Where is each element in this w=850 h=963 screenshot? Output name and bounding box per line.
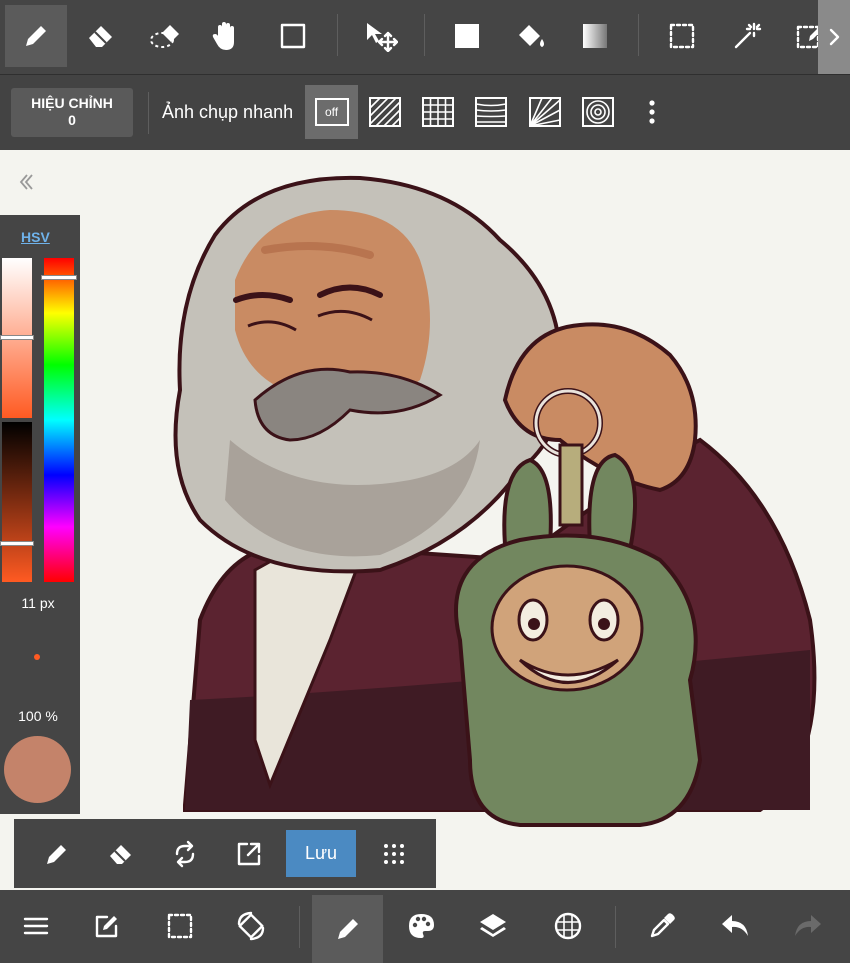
rotate-icon <box>237 911 265 941</box>
float-open-button[interactable] <box>224 829 274 879</box>
layers-icon <box>480 914 506 937</box>
snap-grid-button[interactable] <box>413 87 463 137</box>
edit-button[interactable] <box>76 895 138 957</box>
eyedropper-icon <box>650 913 675 938</box>
float-eraser-button[interactable] <box>96 829 146 879</box>
top-toolbar <box>0 0 850 75</box>
separator <box>638 14 639 56</box>
pen-icon <box>26 26 46 46</box>
blur-eraser-icon <box>150 25 179 48</box>
bucket-icon <box>519 25 544 47</box>
blur-eraser-tool-button[interactable] <box>134 5 196 67</box>
more-vertical-icon <box>649 100 655 124</box>
snapshot-label: Ảnh chụp nhanh <box>162 102 294 122</box>
undo-icon <box>722 915 748 936</box>
pen-tool-button[interactable] <box>5 5 67 67</box>
open-external-icon <box>237 842 261 866</box>
snap-off-button[interactable]: off <box>305 85 358 139</box>
gradient-icon <box>583 24 607 48</box>
hand-icon <box>212 22 234 50</box>
value-handle[interactable] <box>0 541 34 546</box>
parallel-lines-icon <box>369 97 401 127</box>
eyedropper-button[interactable] <box>631 895 693 957</box>
edit-icon <box>95 915 118 938</box>
brush-size-label[interactable]: 11 px <box>0 595 76 611</box>
eraser-tool-button[interactable] <box>70 5 132 67</box>
current-color-swatch[interactable] <box>4 736 71 803</box>
select-rect-tool-button[interactable] <box>651 5 713 67</box>
menu-button[interactable] <box>5 895 67 957</box>
separator <box>337 14 338 56</box>
gradient-tool-button[interactable] <box>564 5 626 67</box>
double-chevron-left-icon <box>19 174 33 190</box>
palette-button[interactable] <box>390 895 452 957</box>
rectangle-icon <box>280 23 306 49</box>
undo-button[interactable] <box>704 895 766 957</box>
eraser-icon <box>110 845 131 864</box>
separator <box>299 906 300 948</box>
grid-snap-icon <box>422 97 454 127</box>
correction-button[interactable]: HIỆU CHỈNH 0 <box>11 88 133 137</box>
move-icon <box>367 23 398 52</box>
snap-off-label: off <box>314 98 349 126</box>
collapse-panel-button[interactable] <box>17 172 37 192</box>
hsv-mode-link[interactable]: HSV <box>21 229 50 245</box>
color-panel: HSV 11 px 100 % <box>0 215 80 814</box>
swap-icon <box>175 840 195 868</box>
fill-square-icon <box>455 24 479 48</box>
float-pen-button[interactable] <box>32 829 82 879</box>
grid-icon <box>554 912 582 940</box>
correction-label: HIỆU CHỈNH <box>31 95 113 111</box>
correction-value: 0 <box>68 112 76 128</box>
select-rect-icon <box>669 23 695 49</box>
value-slider[interactable] <box>2 422 32 582</box>
separator <box>148 92 149 134</box>
menu-icon <box>23 917 49 935</box>
eraser-icon <box>89 26 112 47</box>
brush-icon <box>337 919 358 939</box>
snap-concentric-button[interactable] <box>573 87 623 137</box>
chevron-right-icon <box>829 28 840 46</box>
float-swap-button[interactable] <box>160 829 210 879</box>
hue-handle[interactable] <box>41 275 77 280</box>
toolbar-scroll-right-button[interactable] <box>818 0 850 74</box>
perspective-lines-icon <box>475 97 507 127</box>
snap-radial-button[interactable] <box>520 87 570 137</box>
snap-parallel-button[interactable] <box>360 87 410 137</box>
floating-toolbar: Lưu <box>14 819 436 888</box>
float-grid-button[interactable] <box>369 829 419 879</box>
separator <box>615 906 616 948</box>
selection-icon <box>167 913 193 939</box>
magic-wand-tool-button[interactable] <box>716 5 778 67</box>
redo-icon <box>795 915 821 936</box>
redo-button[interactable] <box>777 895 839 957</box>
separator <box>424 14 425 56</box>
layers-button[interactable] <box>462 895 524 957</box>
bottom-navigation-bar <box>0 890 850 963</box>
move-tool-button[interactable] <box>350 5 412 67</box>
magic-wand-icon <box>734 22 762 49</box>
rotate-canvas-button[interactable] <box>220 895 282 957</box>
radial-lines-icon <box>529 97 561 127</box>
saturation-handle[interactable] <box>0 335 34 340</box>
pen-icon <box>47 845 66 864</box>
hand-tool-button[interactable] <box>195 5 257 67</box>
grid-button[interactable] <box>537 895 599 957</box>
dots-grid-icon <box>384 844 404 864</box>
concentric-circles-icon <box>582 97 614 127</box>
bucket-tool-button[interactable] <box>500 5 562 67</box>
fill-square-tool-button[interactable] <box>436 5 498 67</box>
palette-icon <box>409 914 434 938</box>
save-button[interactable]: Lưu <box>286 830 356 877</box>
rectangle-tool-button[interactable] <box>262 5 324 67</box>
artwork-illustration <box>173 175 817 827</box>
snap-perspective-button[interactable] <box>466 87 516 137</box>
more-options-button[interactable] <box>627 87 677 137</box>
brush-button[interactable] <box>312 895 383 963</box>
brush-preview-dot <box>34 654 40 660</box>
hue-slider[interactable] <box>44 258 74 582</box>
drawing-canvas[interactable] <box>0 151 850 890</box>
opacity-label[interactable]: 100 % <box>0 708 76 724</box>
selection-button[interactable] <box>149 895 211 957</box>
